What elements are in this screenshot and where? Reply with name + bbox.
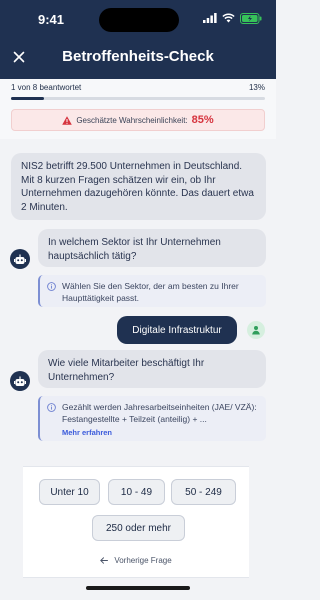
- probability-banner: Geschätzte Wahrscheinlichkeit: 85%: [11, 109, 265, 131]
- answer-1-message: Digitale Infrastruktur: [117, 316, 237, 344]
- robot-icon: [14, 254, 26, 264]
- info-icon: [47, 403, 56, 412]
- answer-options-panel: Unter 10 10 - 49 50 - 249 250 oder mehr …: [23, 466, 249, 578]
- status-bar: 9:41: [0, 0, 276, 36]
- progress-bar: [11, 97, 265, 100]
- question-1-hint: Wählen Sie den Sektor, der am besten zu …: [38, 275, 266, 307]
- page-title: Betroffenheits-Check: [62, 48, 214, 65]
- progress-bar-fill: [11, 97, 45, 100]
- option-button[interactable]: 10 - 49: [108, 479, 165, 505]
- probability-value: 85%: [191, 114, 214, 126]
- user-icon: [252, 326, 260, 335]
- app-header: 9:41 Betroffenheits-Check: [0, 0, 276, 79]
- status-time: 9:41: [38, 12, 65, 27]
- probability-label: Geschätzte Wahrscheinlichkeit:: [76, 115, 188, 125]
- option-button[interactable]: Unter 10: [39, 479, 100, 505]
- user-avatar: [247, 321, 265, 339]
- question-2-message: Wie viele Mitarbeiter beschäftigt Ihr Un…: [38, 350, 266, 388]
- option-button[interactable]: 50 - 249: [171, 479, 236, 505]
- home-indicator: [86, 586, 190, 590]
- warning-icon: [62, 115, 73, 125]
- option-button[interactable]: 250 oder mehr: [92, 515, 185, 541]
- battery-icon: [240, 12, 262, 24]
- intro-message: NIS2 betrifft 29.500 Unternehmen in Deut…: [11, 153, 266, 220]
- question-1-hint-text: Wählen Sie den Sektor, der am besten zu …: [62, 281, 239, 303]
- question-2-hint-text: Gezählt werden Jahresarbeitseinheiten (J…: [62, 402, 257, 424]
- progress-section: 1 von 8 beantwortet 13% Geschätzte Wahrs…: [0, 79, 276, 139]
- signal-icon: [203, 13, 217, 23]
- previous-question-label: Vorherige Frage: [114, 555, 172, 565]
- status-icons: [203, 12, 262, 24]
- robot-icon: [14, 376, 26, 386]
- chat-area[interactable]: NIS2 betrifft 29.500 Unternehmen in Deut…: [0, 139, 276, 460]
- arrow-left-icon: [100, 556, 109, 564]
- dynamic-island: [99, 8, 179, 32]
- question-2-hint: Gezählt werden Jahresarbeitseinheiten (J…: [38, 396, 266, 441]
- progress-percent: 13%: [248, 83, 265, 92]
- previous-question-button[interactable]: Vorherige Frage: [23, 553, 249, 567]
- bot-avatar: [10, 371, 30, 391]
- wifi-icon: [222, 13, 235, 23]
- info-icon: [47, 282, 56, 291]
- title-row: Betroffenheits-Check: [0, 44, 276, 72]
- question-1-message: In welchem Sektor ist Ihr Unternehmen ha…: [38, 229, 266, 267]
- progress-answered-text: 1 von 8 beantwortet: [11, 83, 82, 92]
- learn-more-link[interactable]: Mehr erfahren: [62, 427, 258, 439]
- bot-avatar: [10, 249, 30, 269]
